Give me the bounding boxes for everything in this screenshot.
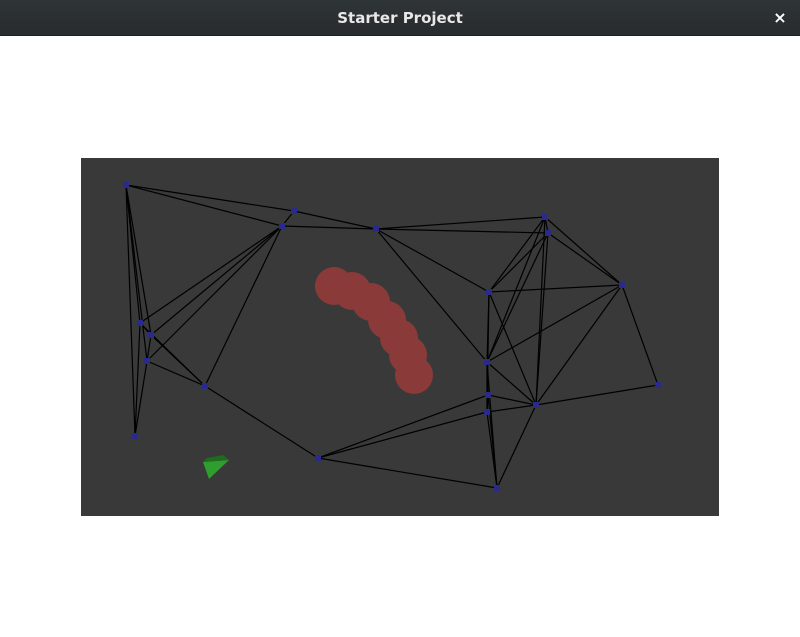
graph-edge [317,457,498,489]
graph-node [373,226,379,232]
graph-edge [146,360,206,387]
graph-edge [150,225,283,336]
graph-node [144,358,150,364]
graph-edge [486,284,623,363]
graph-node [542,214,548,220]
triangle-agent-icon [203,455,229,479]
graph-node [315,455,321,461]
graph-node [655,382,661,388]
graph-edge [204,385,319,459]
app-window: Starter Project × [0,0,800,637]
graph-node [123,182,129,188]
graph-edge [496,404,537,489]
render-viewport[interactable] [81,158,719,516]
graph-edge [146,225,283,362]
graph-node [202,383,208,389]
title-bar: Starter Project × [0,0,800,36]
graph-edge [486,404,537,413]
graph-node [291,208,297,214]
close-icon: × [773,8,787,27]
graph-edge [486,361,537,406]
graph-edge [535,232,549,406]
graph-node [148,332,154,338]
graph-node [137,320,143,326]
graph-edge [535,384,659,406]
graph-edge [204,225,283,387]
graph-edge [317,411,488,459]
graph-edge [150,334,206,387]
graph-edge [547,232,623,286]
close-button[interactable]: × [768,6,792,30]
graph-edge [488,284,623,293]
graph-edge [487,394,537,406]
agent-layer [203,455,229,479]
red-blob [395,356,433,394]
graph-node [619,282,625,288]
graph-node [484,409,490,415]
red-blob-trail [315,267,433,394]
graph-node [533,402,539,408]
graph-edge [375,216,546,230]
graph-edge [535,284,623,406]
graph-node [494,485,500,491]
graph-node [132,433,138,439]
graph-node [484,359,490,365]
graph-edge [375,228,549,234]
content-area [0,36,800,637]
graph-edge [139,225,283,324]
graph-edge [544,216,623,286]
graph-edge [535,216,546,406]
graph-edge [621,284,659,386]
graph-edge [375,228,490,293]
graph-edge [488,216,546,293]
graph-node [279,223,285,229]
graph-node [486,289,492,295]
graph-node [545,230,551,236]
graph-edge [317,394,489,459]
window-title: Starter Project [337,9,463,27]
graph-node [485,392,491,398]
agent-face-front [203,460,229,479]
scene-canvas [81,158,719,516]
